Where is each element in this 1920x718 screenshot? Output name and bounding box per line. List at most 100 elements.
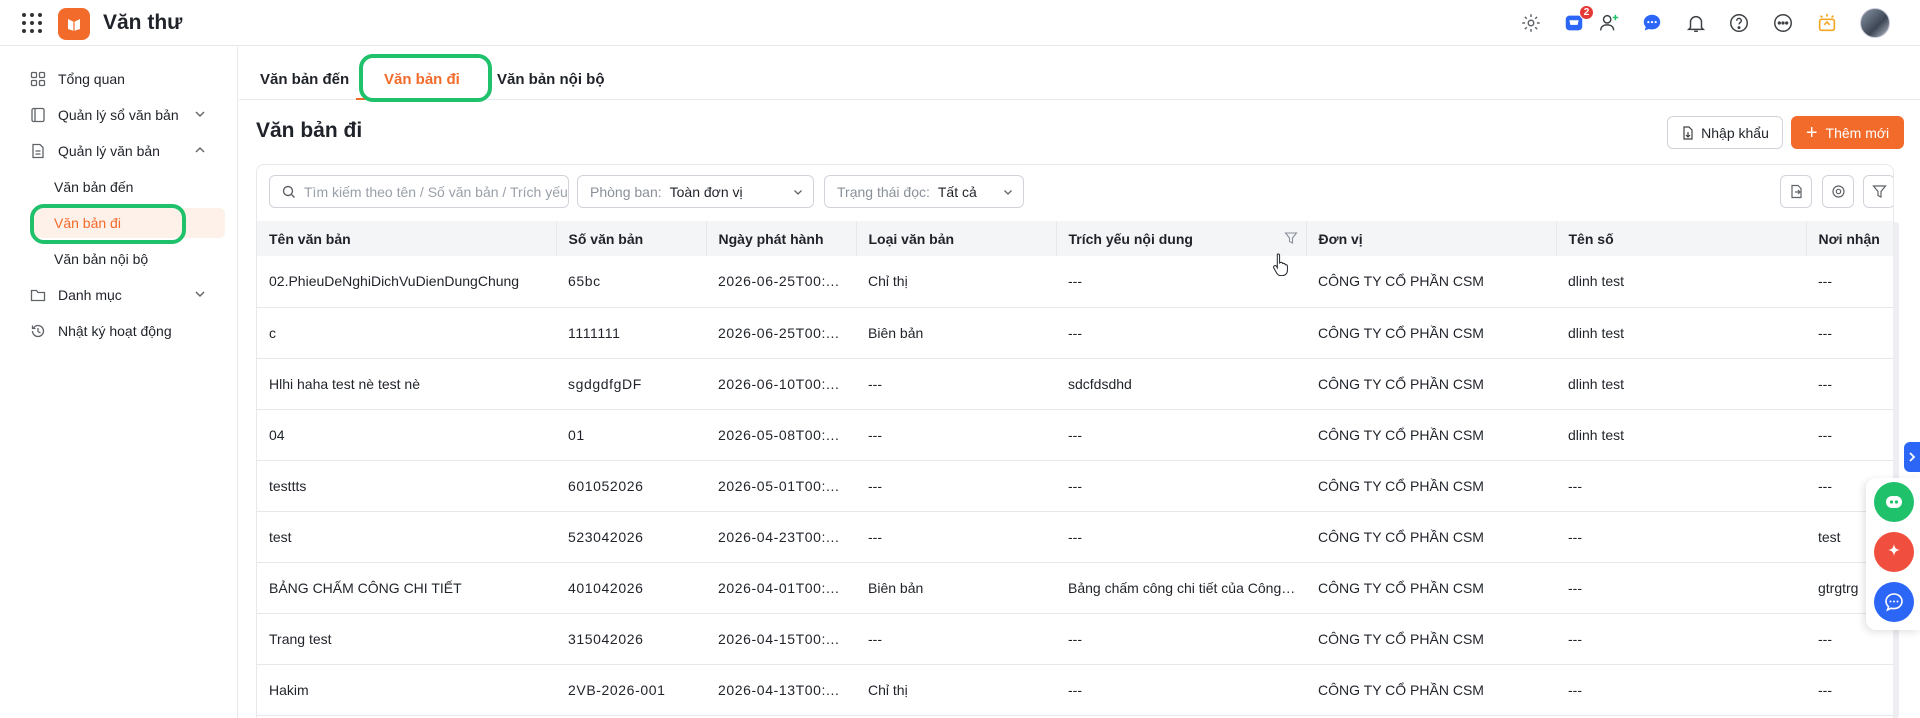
search-box[interactable] <box>269 175 569 208</box>
column-header[interactable]: Trích yếu nội dung <box>1056 221 1307 256</box>
help-icon[interactable] <box>1725 9 1753 37</box>
department-select[interactable]: Phòng ban: Toàn đơn vị <box>577 175 814 208</box>
sidebar-item-catalog[interactable]: Danh mục <box>30 280 206 310</box>
issue-date-cell: 2026-06-25T00:... <box>706 256 856 308</box>
column-header[interactable]: Đơn vị <box>1306 221 1557 256</box>
read-status-select-label: Trạng thái đọc: <box>837 183 930 200</box>
department-select-value: Toàn đơn vị <box>669 183 743 200</box>
recipient-cell: --- <box>1806 664 1893 716</box>
issue-date-cell: 2026-06-25T00:... <box>706 307 856 359</box>
bell-icon[interactable] <box>1682 9 1710 37</box>
recipient-cell: --- <box>1806 409 1893 461</box>
issue-date-cell: 2026-05-01T00:... <box>706 460 856 512</box>
cart-icon[interactable]: 2 <box>1560 5 1594 37</box>
doc-number-cell: 401042026 <box>556 562 706 614</box>
plus-icon: + <box>1805 121 1818 144</box>
column-settings-button[interactable] <box>1822 175 1854 208</box>
read-status-select[interactable]: Trạng thái đọc: Tất cả <box>824 175 1024 208</box>
search-input[interactable] <box>304 183 568 200</box>
chevron-down-icon <box>1004 190 1012 195</box>
scrollbar-thumb[interactable] <box>1893 222 1899 718</box>
sidebar-item-outgoing[interactable]: Văn bản đi <box>30 208 225 238</box>
tab-internal[interactable]: Văn bản nội bộ <box>497 71 605 88</box>
column-header[interactable]: Tên số <box>1556 221 1807 256</box>
table-row[interactable]: testtts 601052026 2026-05-01T00:... --- --- C… <box>257 460 1893 512</box>
column-header-label: Đơn vị <box>1318 230 1363 247</box>
summary-cell: --- <box>1056 256 1306 308</box>
import-button-label: Nhập khẩu <box>1701 124 1769 141</box>
doc-number-cell: 01 <box>556 409 706 461</box>
doc-type-cell: --- <box>856 409 1056 461</box>
expand-panel-button[interactable] <box>1904 442 1920 472</box>
sidebar-item-book-management[interactable]: Quản lý sổ văn bản <box>30 100 206 130</box>
column-header[interactable]: Ngày phát hành <box>706 221 857 256</box>
tab-outgoing[interactable]: Văn bản đi <box>384 71 460 88</box>
ai-assistant-button[interactable] <box>1874 532 1914 572</box>
column-header-label: Tên văn bản <box>269 230 351 247</box>
unit-cell: CÔNG TY CỔ PHẦN CSM <box>1306 613 1556 665</box>
read-status-select-value: Tất cả <box>937 183 977 200</box>
apps-grid-icon[interactable] <box>22 13 42 33</box>
sidebar-item-document-management[interactable]: Quản lý văn bản <box>30 136 206 166</box>
doc-name-cell: Hlhi haha test nè test nè <box>257 358 556 410</box>
table-row[interactable]: c 1111111 2026-06-25T00:... Biên bản --- CÔNG… <box>257 307 1893 359</box>
doc-name-cell: testtts <box>257 460 556 512</box>
messenger-button[interactable] <box>1874 582 1914 622</box>
top-bar: Văn thư 2 <box>0 0 1920 46</box>
table-row[interactable]: Hakim 2VB-2026-001 2026-04-13T00:... Chỉ th… <box>257 664 1893 716</box>
filter-button[interactable] <box>1863 175 1893 208</box>
book-name-cell: dlinh test <box>1556 409 1806 461</box>
column-header-label: Ngày phát hành <box>718 230 824 247</box>
chat-icon[interactable] <box>1638 9 1666 37</box>
column-header[interactable]: Tên văn bản <box>257 221 557 256</box>
table-row[interactable]: Trang test 315042026 2026-04-15T00:... --- -… <box>257 613 1893 665</box>
book-name-cell: dlinh test <box>1556 307 1806 359</box>
documents-card: Phòng ban: Toàn đơn vị Trạng thái đọc: T… <box>256 164 1894 718</box>
sidebar-item-overview[interactable]: Tổng quan <box>30 64 210 94</box>
table-row[interactable]: 02.PhieuDeNghiDichVuDienDungChung 65bc 202… <box>257 256 1893 308</box>
unit-cell: CÔNG TY CỔ PHẦN CSM <box>1306 664 1556 716</box>
doc-number-cell: sgdgdfgDF <box>556 358 706 410</box>
doc-name-cell: Trang test <box>257 613 556 665</box>
avatar[interactable] <box>1860 8 1890 38</box>
book-name-cell: --- <box>1556 460 1806 512</box>
book-name-cell: --- <box>1556 511 1806 563</box>
table-row[interactable]: 04 01 2026-05-08T00:... --- --- CÔNG TY CỔ PH… <box>257 409 1893 461</box>
sidebar: Tổng quan Quản lý sổ văn bản Quản lý văn… <box>0 47 238 718</box>
doc-type-cell: Chỉ thị <box>856 256 1056 308</box>
chatbot-button[interactable] <box>1874 482 1914 522</box>
more-icon[interactable] <box>1769 9 1797 37</box>
column-header-label: Loại văn bản <box>868 230 955 247</box>
column-filter-icon[interactable] <box>1283 231 1298 245</box>
vertical-scrollbar[interactable] <box>1893 222 1899 718</box>
add-user-icon[interactable] <box>1595 9 1623 37</box>
column-header[interactable]: Nơi nhận <box>1806 221 1893 256</box>
sidebar-item-internal[interactable]: Văn bản nội bộ <box>30 244 225 274</box>
summary-cell: --- <box>1056 511 1306 563</box>
summary-cell: --- <box>1056 460 1306 512</box>
sun-icon[interactable] <box>1813 9 1841 37</box>
doc-name-cell: BẢNG CHẤM CÔNG CHI TIẾT <box>257 562 556 614</box>
issue-date-cell: 2026-05-08T00:... <box>706 409 856 461</box>
import-button[interactable]: Nhập khẩu <box>1667 116 1783 149</box>
tab-incoming[interactable]: Văn bản đến <box>260 71 349 88</box>
page-title: Văn bản đi <box>256 119 363 142</box>
recipient-cell: --- <box>1806 358 1893 410</box>
sidebar-item-activity-log[interactable]: Nhật ký hoạt động <box>30 316 210 346</box>
export-button[interactable] <box>1780 175 1812 208</box>
messenger-icon <box>1885 593 1903 612</box>
column-header[interactable]: Loại văn bản <box>856 221 1057 256</box>
search-icon <box>282 185 295 198</box>
sidebar-item-incoming[interactable]: Văn bản đến <box>30 172 225 202</box>
add-new-button[interactable]: + Thêm mới <box>1791 116 1904 149</box>
column-header[interactable]: Số văn bản <box>556 221 707 256</box>
issue-date-cell: 2026-04-23T00:... <box>706 511 856 563</box>
table-row[interactable]: BẢNG CHẤM CÔNG CHI TIẾT 401042026 2026-04-… <box>257 562 1893 614</box>
settings-icon[interactable] <box>1517 9 1545 37</box>
chevron-down-icon <box>195 291 205 297</box>
table-row[interactable]: test 523042026 2026-04-23T00:... --- --- CÔNG… <box>257 511 1893 563</box>
doc-name-cell: test <box>257 511 556 563</box>
table-row[interactable]: Hlhi haha test nè test nè sgdgdfgDF 2026-0… <box>257 358 1893 410</box>
sidebar-item-label: Tổng quan <box>58 71 125 87</box>
doc-name-cell: Hakim <box>257 664 556 716</box>
